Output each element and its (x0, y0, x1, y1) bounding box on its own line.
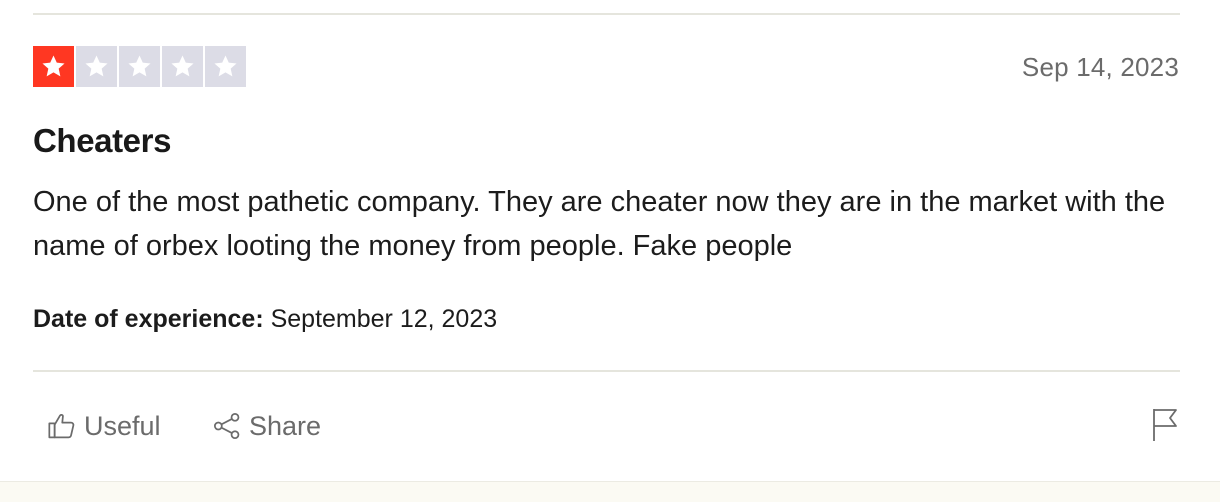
star-rating (33, 46, 246, 87)
top-divider (33, 13, 1180, 15)
star-icon (40, 53, 67, 80)
star-icon (212, 53, 239, 80)
star-empty (119, 46, 160, 87)
star-empty (76, 46, 117, 87)
share-icon (211, 410, 243, 442)
actions-divider (33, 370, 1180, 372)
experience-date: September 12, 2023 (270, 305, 498, 333)
review-card: Sep 14, 2023 Cheaters One of the most pa… (0, 0, 1220, 482)
star-icon (126, 53, 153, 80)
star-empty (162, 46, 203, 87)
star-icon (169, 53, 196, 80)
useful-label: Useful (84, 410, 161, 441)
page-footer-strip (0, 481, 1220, 502)
thumbs-up-icon (46, 410, 78, 442)
date-of-experience: Date of experience: September 12, 2023 (33, 305, 497, 334)
review-title: Cheaters (33, 122, 172, 159)
review-body: One of the most pathetic company. They a… (33, 186, 1166, 262)
review-date: Sep 14, 2023 (1021, 52, 1179, 82)
experience-label: Date of experience: (33, 305, 264, 333)
share-label: Share (249, 410, 322, 441)
report-flag-button[interactable] (1150, 407, 1180, 443)
flag-icon (1150, 407, 1180, 443)
share-button[interactable]: Share (211, 406, 321, 446)
star-filled (33, 46, 74, 87)
star-icon (83, 53, 110, 80)
star-empty (205, 46, 246, 87)
useful-button[interactable]: Useful (46, 406, 161, 446)
